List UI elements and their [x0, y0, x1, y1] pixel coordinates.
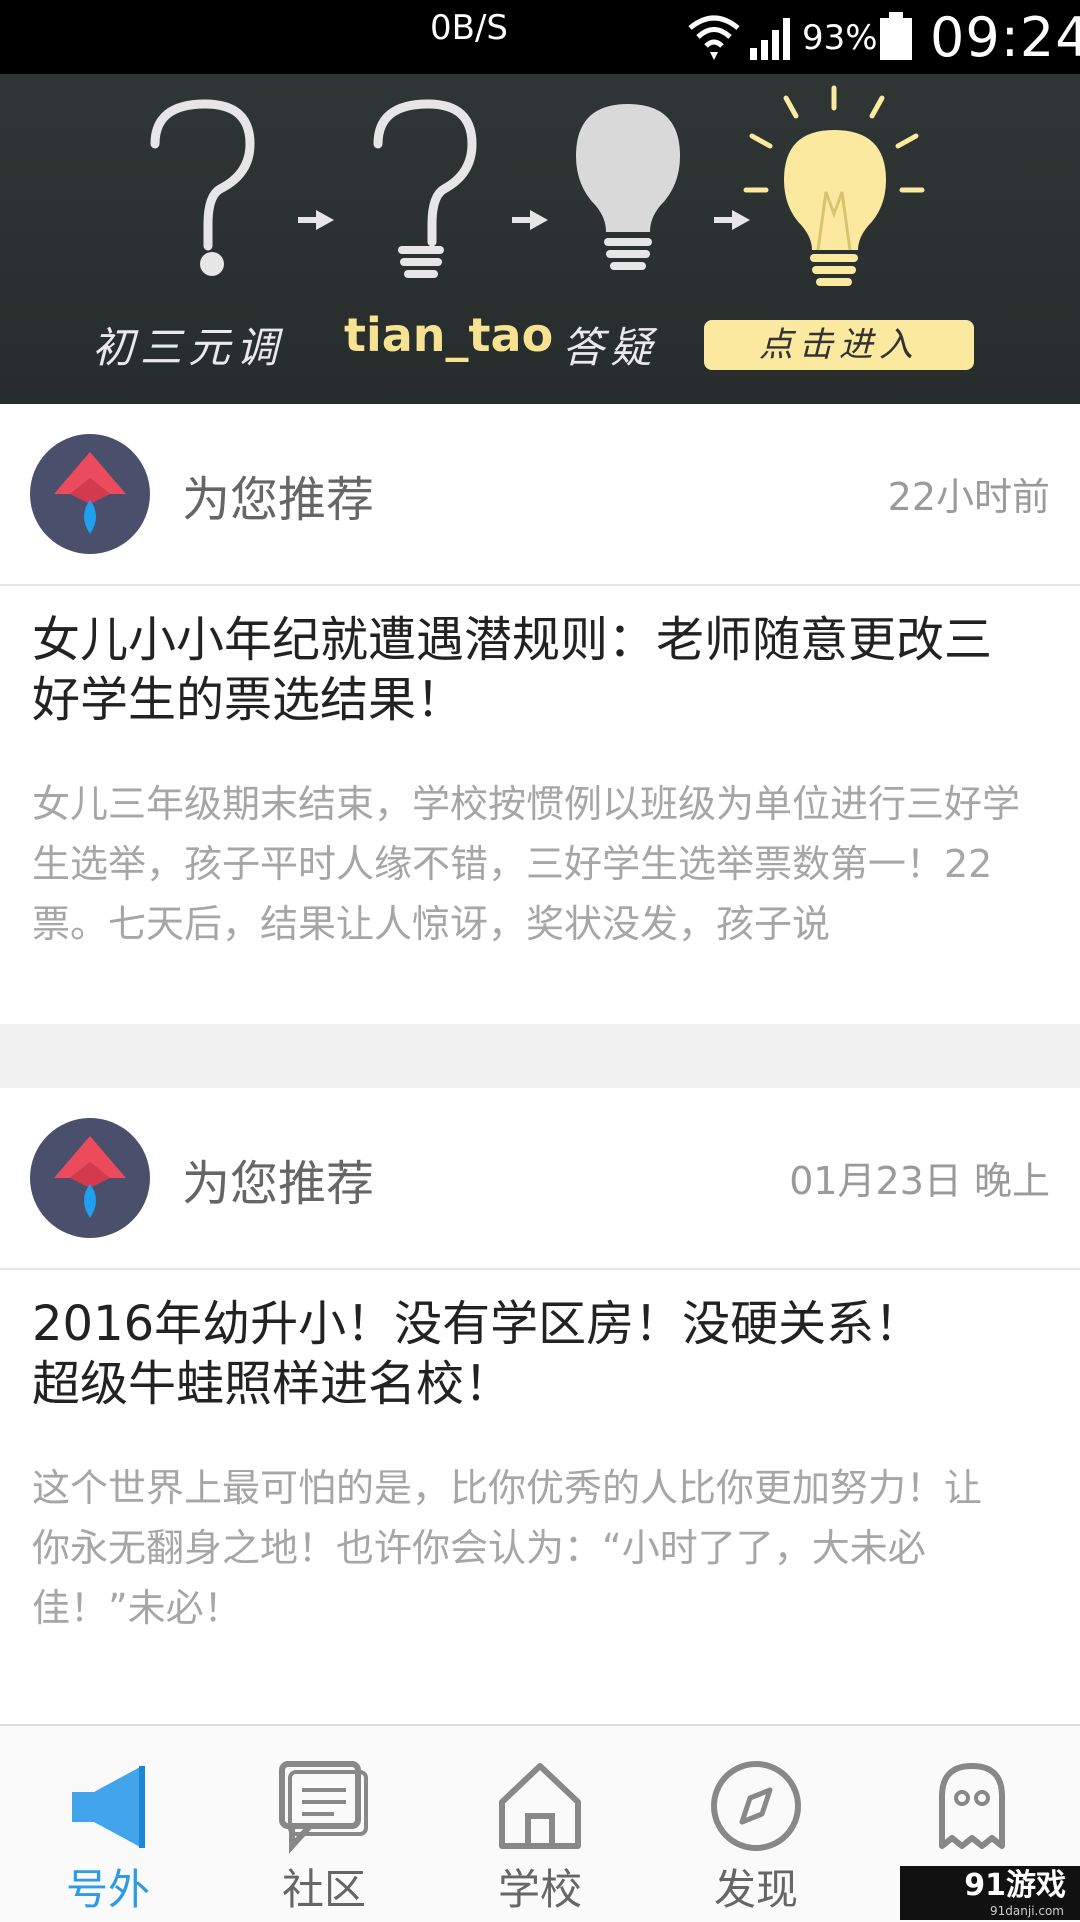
- ghost-icon: [939, 1763, 1005, 1849]
- card-time: 01月23日 晚上: [789, 1159, 1050, 1203]
- wifi-icon: [688, 15, 740, 60]
- card-header: 为您推荐 01月23日 晚上: [0, 1088, 1080, 1270]
- battery-percent: 93%: [802, 18, 878, 58]
- status-bar: 0B/S 93% 09:24: [0, 0, 1080, 74]
- banner-enter-button[interactable]: 点击进入: [704, 320, 974, 370]
- tab-community[interactable]: 社区: [216, 1726, 432, 1922]
- megaphone-icon: [72, 1766, 145, 1848]
- article-summary: 女儿三年级期末结束，学校按惯例以班级为单位进行三好学生选举，孩子平时人缘不错，三…: [32, 782, 1021, 946]
- article-summary: 这个世界上最可怕的是，比你优秀的人比你更加努力！让你永无翻身之地！也许你会认为：…: [32, 1466, 982, 1630]
- watermark-brand: 91游戏: [964, 1868, 1066, 1903]
- promo-banner[interactable]: 初三元调 tian_tao 答疑 点击进入: [0, 74, 1080, 404]
- watermark-domain: 91danji.com: [990, 1904, 1064, 1918]
- banner-caption-mid: 答疑: [562, 323, 659, 372]
- tab-discover[interactable]: 发现: [648, 1726, 864, 1922]
- signal-icon: [750, 18, 790, 60]
- banner-caption-left: 初三元调: [92, 323, 285, 372]
- house-icon: [499, 1763, 581, 1849]
- card-divider: [0, 1024, 1080, 1088]
- tab-label: 社区: [281, 1865, 366, 1914]
- rocket-avatar-icon: [30, 434, 150, 554]
- compass-icon: [711, 1761, 801, 1851]
- network-speed: 0B/S: [430, 8, 508, 48]
- tab-label: 发现: [713, 1865, 798, 1914]
- feed-card[interactable]: 为您推荐 22小时前 女儿小小年纪就遭遇潜规则：老师随意更改三好学生的票选结果！…: [0, 404, 1080, 1024]
- card-header: 为您推荐 22小时前: [0, 404, 1080, 586]
- card-source: 为您推荐: [182, 472, 375, 528]
- card-source: 为您推荐: [182, 1156, 375, 1212]
- tab-label: 号外: [65, 1865, 150, 1914]
- site-watermark: 91游戏 91danji.com: [900, 1866, 1080, 1920]
- tab-news[interactable]: 号外: [0, 1726, 216, 1922]
- rocket-avatar-icon: [30, 1118, 150, 1238]
- tab-school[interactable]: 学校: [432, 1726, 648, 1922]
- article-title[interactable]: 2016年幼升小！没有学区房！没硬关系！超级牛蛙照样进名校！: [32, 1294, 962, 1414]
- banner-username: tian_tao: [344, 308, 554, 362]
- card-time: 22小时前: [887, 475, 1050, 519]
- chat-bubble-icon: [279, 1761, 368, 1854]
- tab-label: 学校: [497, 1865, 582, 1914]
- feed-card[interactable]: 为您推荐 01月23日 晚上 2016年幼升小！没有学区房！没硬关系！超级牛蛙照…: [0, 1088, 1080, 1724]
- battery-icon: [880, 12, 912, 60]
- article-title[interactable]: 女儿小小年纪就遭遇潜规则：老师随意更改三好学生的票选结果！: [32, 610, 1032, 730]
- clock: 09:24: [930, 6, 1080, 69]
